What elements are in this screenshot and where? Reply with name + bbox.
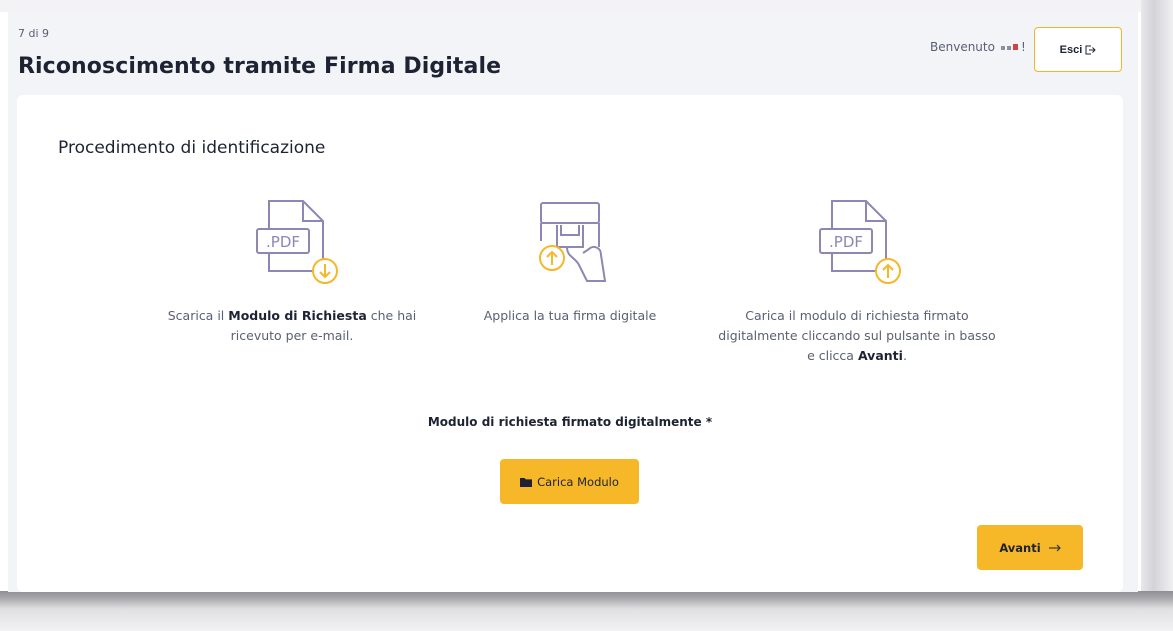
pdf-label: .PDF [266, 233, 300, 251]
window-frame-top [0, 0, 1173, 12]
folder-icon [520, 477, 533, 487]
next-button-label: Avanti [999, 540, 1041, 555]
upload-field-label: Modulo di richiesta firmato digitalmente… [427, 415, 713, 429]
next-button[interactable]: Avanti [977, 525, 1083, 570]
window-frame-right [1141, 0, 1173, 631]
step-3-text-bold: Avanti [857, 348, 903, 363]
upload-button-label: Carica Modulo [537, 474, 619, 489]
step-2-text: Applica la tua firma digitale [483, 308, 657, 323]
upload-module-button[interactable]: Carica Modulo [500, 459, 639, 504]
welcome-message: Benvenuto ! [930, 40, 1026, 54]
username-redacted [1000, 44, 1018, 50]
page-title: Riconoscimento tramite Firma Digitale [18, 54, 502, 79]
logout-label: Esci [1059, 43, 1083, 56]
welcome-text: Benvenuto [930, 40, 995, 54]
app-container: 7 di 9 Riconoscimento tramite Firma Digi… [8, 12, 1138, 592]
logout-icon [1085, 45, 1097, 55]
step-indicator: 7 di 9 [18, 27, 50, 40]
window-frame-bottom [0, 591, 1173, 631]
digital-signature-icon [517, 195, 627, 295]
arrow-right-icon [1048, 544, 1061, 552]
pdf-download-icon: .PDF [237, 195, 347, 295]
welcome-suffix: ! [1020, 40, 1026, 54]
step-1-text-bold: Modulo di Richiesta [228, 308, 367, 323]
step-1-text: Scarica il Modulo di Richiesta che hai r… [167, 308, 417, 343]
section-title: Procedimento di identificazione [58, 138, 326, 158]
step-3-text: Carica il modulo di richiesta firmato di… [718, 308, 996, 363]
identification-card: Procedimento di identificazione .PDF Sca… [17, 95, 1123, 592]
pdf-upload-icon: .PDF [800, 195, 910, 295]
logout-button[interactable]: Esci [1034, 27, 1122, 72]
pdf-label: .PDF [829, 233, 863, 251]
